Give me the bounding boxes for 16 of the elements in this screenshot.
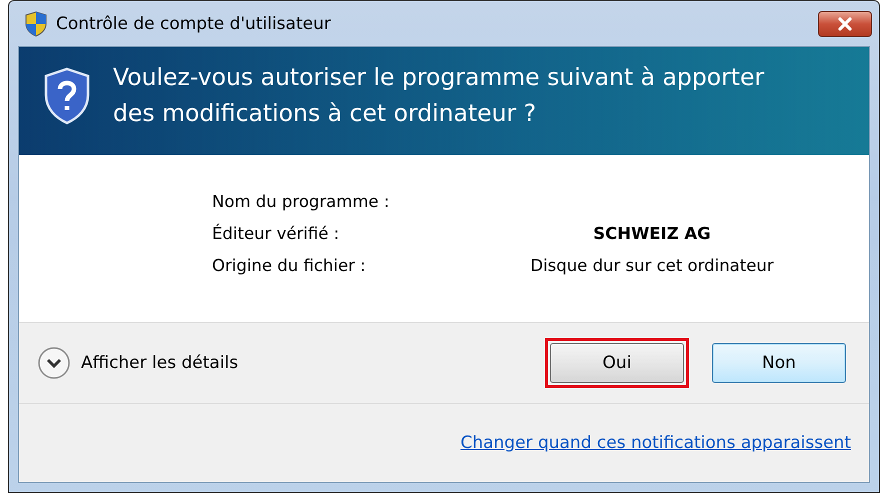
yes-button[interactable]: Oui: [550, 343, 684, 383]
window-title: Contrôle de compte d'utilisateur: [56, 14, 332, 34]
settings-link[interactable]: Changer quand ces notifications apparaissent: [460, 433, 851, 453]
question-text: Voulez-vous autoriser le programme suivant à apporter des modifications à cet ordinateur ?: [113, 62, 766, 129]
shield-question-icon: [43, 67, 91, 125]
detail-value: SCHWEIZ AG: [592, 224, 712, 242]
detail-label: Éditeur vérifié :: [212, 224, 340, 242]
close-button[interactable]: [818, 10, 872, 36]
chevron-icon: [37, 346, 71, 380]
detail-label: Nom du programme :: [212, 192, 390, 210]
shield-icon: [24, 10, 48, 36]
detail-value: Disque dur sur cet ordinateur: [529, 256, 775, 274]
no-button[interactable]: Non: [712, 343, 846, 383]
close-icon: [837, 16, 853, 30]
details-toggle[interactable]: Afficher les détails: [37, 346, 238, 380]
detail-label: Origine du fichier :: [212, 256, 367, 274]
